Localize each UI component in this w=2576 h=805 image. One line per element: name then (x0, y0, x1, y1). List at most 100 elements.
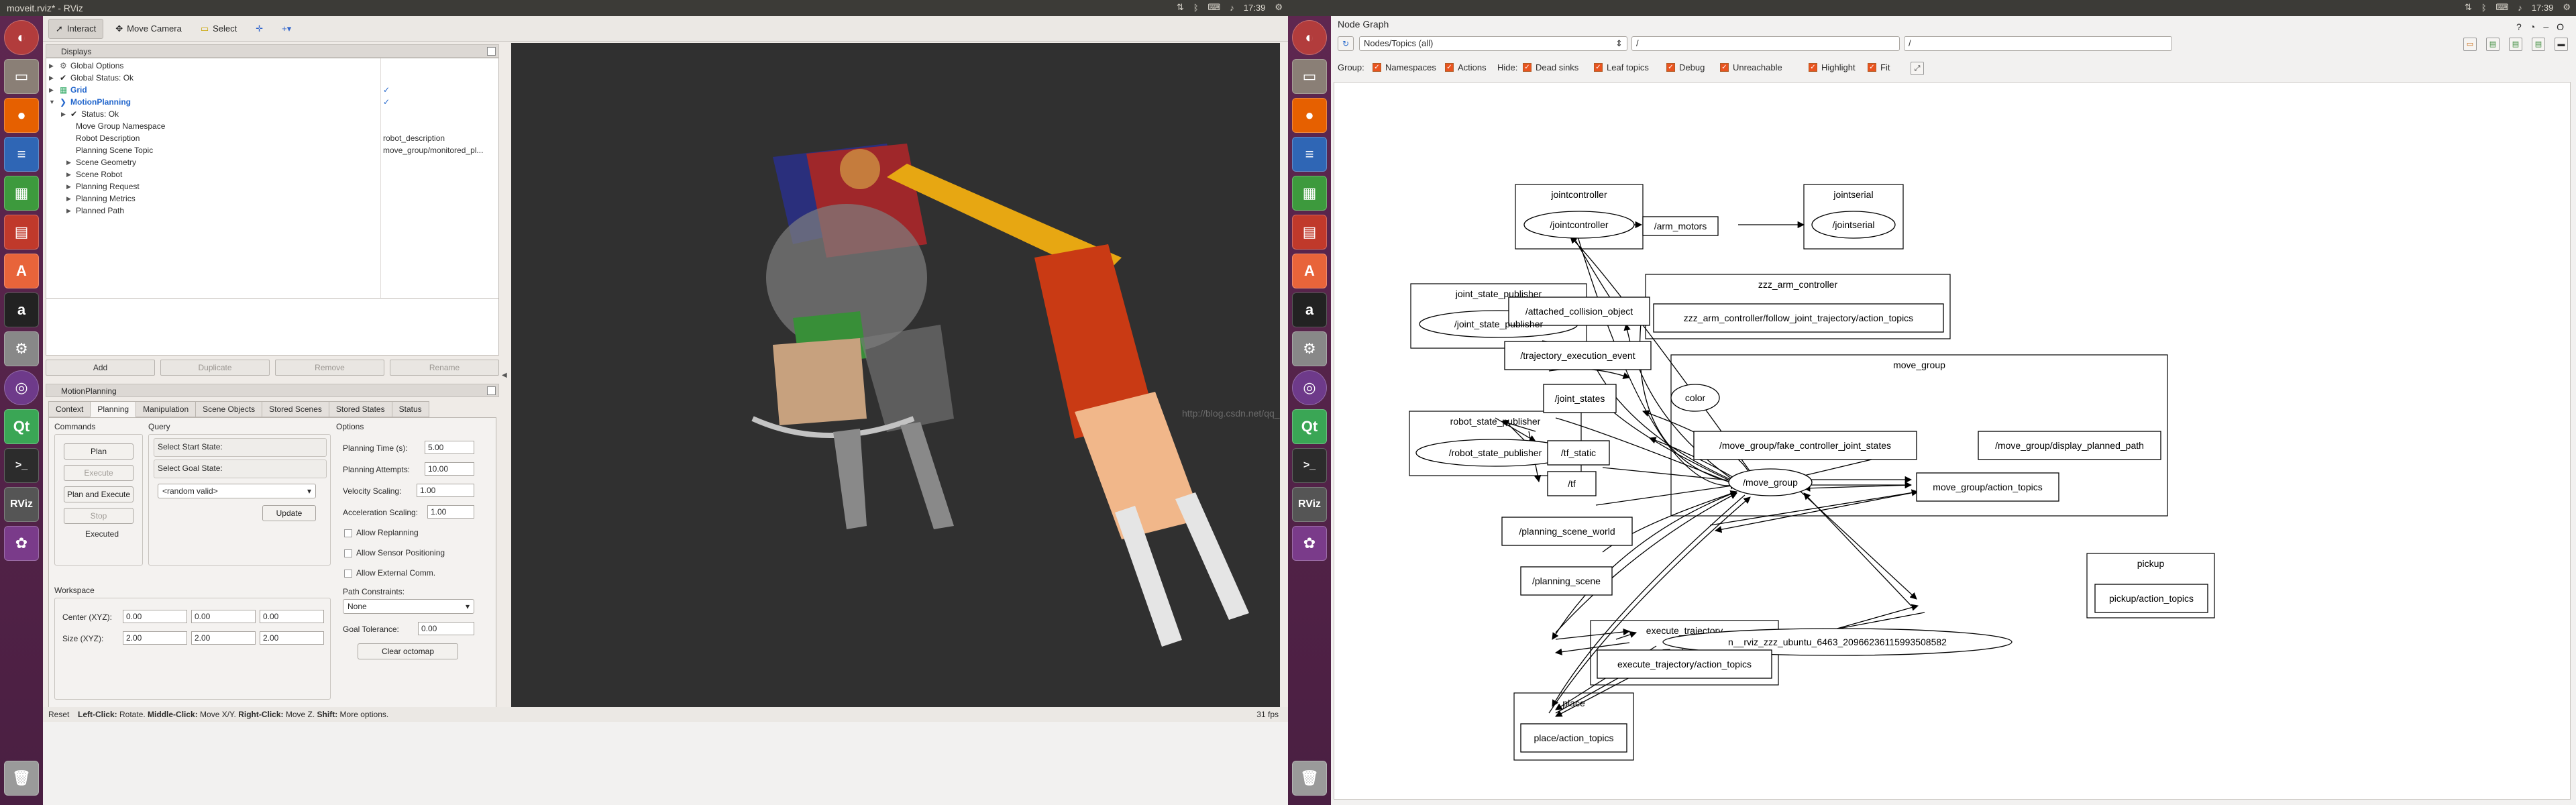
checkbox-checked[interactable]: ✓ (1445, 63, 1454, 72)
interact-tool[interactable]: ➚ Interact (48, 18, 104, 39)
system-tray[interactable]: ⇅ ᛒ ⌨ ♪ 17:39 ⚙ (1177, 2, 1283, 13)
tree-value[interactable]: move_group/monitored_pl... (383, 144, 483, 156)
trash-icon[interactable]: 🗑 (4, 761, 39, 796)
center-z-input[interactable]: 0.00 (260, 610, 324, 623)
clock[interactable]: 17:39 (1244, 3, 1266, 13)
clear-octomap-button[interactable]: Clear octomap (358, 643, 458, 659)
tree-row[interactable]: ▶ Planned Path (46, 205, 500, 217)
volume-icon[interactable]: ♪ (2518, 3, 2522, 13)
firefox-icon[interactable]: ● (1292, 98, 1327, 133)
bluetooth-icon[interactable]: ᛒ (1193, 3, 1199, 13)
writer-icon[interactable]: ≡ (4, 137, 39, 172)
close-icon[interactable]: O (2557, 19, 2564, 35)
external-checkbox[interactable] (344, 570, 352, 578)
expand-icon[interactable]: ▶ (66, 193, 71, 205)
checkbox-checked[interactable]: ✓ (1373, 63, 1381, 72)
tree-row[interactable]: ▶ Planning Metrics (46, 193, 500, 205)
path-constraints-select[interactable]: None ▾ (343, 599, 474, 614)
fit-view-icon[interactable]: ⤢ (1911, 62, 1924, 75)
qt-icon[interactable]: Qt (1292, 409, 1327, 444)
tab-stored-states[interactable]: Stored States (328, 401, 392, 417)
dash-icon[interactable]: ◐ (4, 20, 39, 55)
qt-icon[interactable]: Qt (4, 409, 39, 444)
open-icon[interactable]: ▭ (2463, 38, 2477, 51)
impress-icon[interactable]: ▤ (1292, 215, 1327, 250)
tree-row[interactable]: ▶ ⚙ Global Options (46, 60, 500, 72)
checkbox-checked[interactable]: ✓ (1809, 63, 1817, 72)
tree-row[interactable]: ▶ ✔ Status: Ok (46, 108, 500, 120)
remove-button[interactable]: Remove (275, 360, 384, 376)
terminal-icon[interactable]: >_ (4, 448, 39, 483)
expand-icon[interactable]: ▶ (66, 168, 71, 180)
reload-icon[interactable]: ◔ (2530, 19, 2535, 35)
move-camera-tool[interactable]: ✥ Move Camera (109, 19, 189, 38)
node-graph-canvas[interactable]: jointcontroller jointserial joint_state_… (1334, 82, 2571, 800)
tree-row[interactable]: ▶ Scene Robot (46, 168, 500, 180)
velocity-input[interactable]: 1.00 (417, 484, 474, 497)
size-y-input[interactable]: 2.00 (191, 631, 256, 645)
writer-icon[interactable]: ≡ (1292, 137, 1327, 172)
rqt-icon[interactable]: ✿ (4, 526, 39, 561)
tab-manipulation[interactable]: Manipulation (136, 401, 197, 417)
size-z-input[interactable]: 2.00 (260, 631, 324, 645)
dash-icon[interactable]: ◐ (1292, 20, 1327, 55)
keyboard-icon[interactable]: ⌨ (1208, 2, 1221, 13)
network-icon[interactable]: ⇅ (1177, 2, 1184, 13)
expand-icon[interactable]: ▶ (49, 60, 54, 72)
actions-option[interactable]: ✓ Actions (1445, 58, 1487, 78)
tree-row[interactable]: ▶ Planning Request (46, 180, 500, 193)
keyboard-icon[interactable]: ⌨ (2496, 2, 2509, 13)
volume-icon[interactable]: ♪ (1230, 3, 1234, 13)
add-button[interactable]: Add (46, 360, 155, 376)
software-center-icon[interactable]: A (1292, 254, 1327, 288)
system-tray[interactable]: ⇅ ᛒ ⌨ ♪ 17:39 ⚙ (2465, 2, 2571, 13)
impress-icon[interactable]: ▤ (4, 215, 39, 250)
move-icon-tool[interactable]: ✛ (249, 19, 270, 38)
expand-icon[interactable]: ▶ (66, 205, 71, 217)
plan-button[interactable]: Plan (64, 443, 133, 460)
tree-value[interactable]: robot_description (383, 132, 445, 144)
help-icon[interactable]: ? (2516, 19, 2522, 35)
select-tool[interactable]: ▭ Select (194, 19, 244, 38)
collapse-icon[interactable]: ▼ (49, 96, 55, 108)
tree-row[interactable]: ▶ Scene Geometry (46, 156, 500, 168)
rename-button[interactable]: Rename (390, 360, 499, 376)
checkbox-checked[interactable]: ✓ (1666, 63, 1675, 72)
minimize-icon[interactable]: – (2543, 19, 2548, 35)
tab-scene-objects[interactable]: Scene Objects (195, 401, 263, 417)
rqt-icon[interactable]: ✿ (1292, 526, 1327, 561)
calc-icon[interactable]: ▦ (4, 176, 39, 211)
center-x-input[interactable]: 0.00 (123, 610, 187, 623)
tree-row[interactable]: Move Group Namespace (46, 120, 500, 132)
center-y-input[interactable]: 0.00 (191, 610, 256, 623)
save-image-icon[interactable]: ▤ (2532, 38, 2545, 51)
displays-tree[interactable]: ▶ ⚙ Global Options ▶ ✔ Global Status: Ok ▶ ▦ G… (46, 58, 500, 324)
close-icon[interactable] (487, 386, 496, 395)
files-icon[interactable]: ▭ (1292, 59, 1327, 94)
3d-viewport[interactable]: http://blog.csdn.net/qq_38288618 (511, 43, 1288, 707)
stop-button[interactable]: Stop (64, 508, 133, 524)
update-button[interactable]: Update (262, 505, 316, 521)
disc-icon[interactable]: ◎ (1292, 370, 1327, 405)
duplicate-button[interactable]: Duplicate (160, 360, 270, 376)
checkbox[interactable]: ✓ (383, 84, 390, 96)
expand-icon[interactable]: ▶ (61, 108, 66, 120)
bluetooth-icon[interactable]: ᛒ (2481, 3, 2487, 13)
calc-icon[interactable]: ▦ (1292, 176, 1327, 211)
unreachable-option[interactable]: ✓ Unreachable (1720, 58, 1782, 78)
reset-button[interactable]: Reset (48, 707, 69, 722)
print-icon[interactable]: ▬ (2555, 38, 2568, 51)
debug-option[interactable]: ✓ Debug (1666, 58, 1705, 78)
tree-row[interactable]: ▼ ❯ MotionPlanning ✓ (46, 96, 500, 108)
software-center-icon[interactable]: A (4, 254, 39, 288)
settings-icon[interactable]: ⚙ (1292, 331, 1327, 366)
goal-tolerance-input[interactable]: 0.00 (418, 622, 474, 635)
size-x-input[interactable]: 2.00 (123, 631, 187, 645)
plan-and-execute-button[interactable]: Plan and Execute (64, 486, 133, 502)
expand-icon[interactable]: ▶ (49, 72, 54, 84)
namespaces-option[interactable]: ✓ Namespaces (1373, 58, 1436, 78)
checkbox-checked[interactable]: ✓ (1868, 63, 1876, 72)
clock[interactable]: 17:39 (2532, 3, 2554, 13)
trash-icon[interactable]: 🗑 (1292, 761, 1327, 796)
terminal-icon[interactable]: >_ (1292, 448, 1327, 483)
